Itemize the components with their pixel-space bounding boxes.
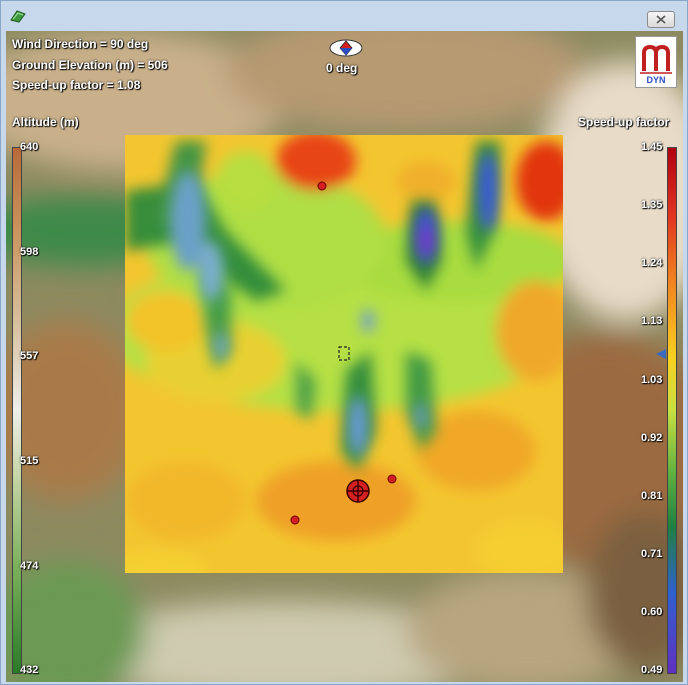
altitude-scale-title: Altitude (m): [12, 115, 79, 129]
speedup-tick-9: 0.49: [641, 664, 663, 676]
altitude-tick-2: 557: [20, 350, 39, 362]
altitude-tick-4: 474: [20, 560, 39, 572]
close-button[interactable]: [647, 11, 675, 28]
speedup-tick-3: 1.13: [641, 315, 663, 327]
speedup-tick-6: 0.81: [641, 490, 663, 502]
compass-angle-label: 0 deg: [326, 61, 358, 75]
measurement-point-2[interactable]: [387, 474, 397, 484]
close-icon: [656, 15, 666, 24]
title-bar[interactable]: [1, 1, 688, 31]
logo-mark-icon: DYN: [640, 44, 672, 85]
terrain-map-view[interactable]: Wind Direction = 90 deg Ground Elevation…: [6, 31, 683, 682]
speedup-overlay: [125, 135, 563, 573]
measurement-point-3[interactable]: [290, 515, 300, 525]
speedup-tick-1: 1.35: [641, 199, 663, 211]
svg-text:DYN: DYN: [646, 75, 665, 85]
ground-elevation-readout: Ground Elevation (m) = 506: [12, 58, 168, 72]
speedup-tick-4: 1.03: [641, 374, 663, 386]
altitude-tick-3: 515: [20, 455, 39, 467]
measurement-point-1[interactable]: [317, 181, 327, 191]
altitude-tick-5: 432: [20, 664, 39, 676]
speedup-tick-2: 1.24: [641, 257, 663, 269]
wind-direction-readout: Wind Direction = 90 deg: [12, 37, 149, 51]
company-logo: DYN: [635, 36, 677, 88]
speedup-tick-7: 0.71: [641, 548, 663, 560]
speedup-indicator-arrow-icon: [656, 349, 666, 359]
compass-rose-icon[interactable]: [329, 39, 363, 57]
speedup-readout: Speed-up factor = 1.08: [12, 78, 141, 92]
map-app-icon: [10, 10, 26, 23]
mast-target-icon[interactable]: [346, 479, 370, 503]
altitude-tick-0: 640: [20, 141, 39, 153]
speedup-scale-title: Speed-up factor: [578, 115, 670, 129]
altitude-tick-1: 598: [20, 246, 39, 258]
speedup-tick-5: 0.92: [641, 432, 663, 444]
altitude-color-scale: [12, 147, 22, 674]
application-window: Wind Direction = 90 deg Ground Elevation…: [0, 0, 688, 685]
speedup-color-scale: [667, 147, 677, 674]
speedup-tick-0: 1.45: [641, 141, 663, 153]
speedup-tick-8: 0.60: [641, 606, 663, 618]
